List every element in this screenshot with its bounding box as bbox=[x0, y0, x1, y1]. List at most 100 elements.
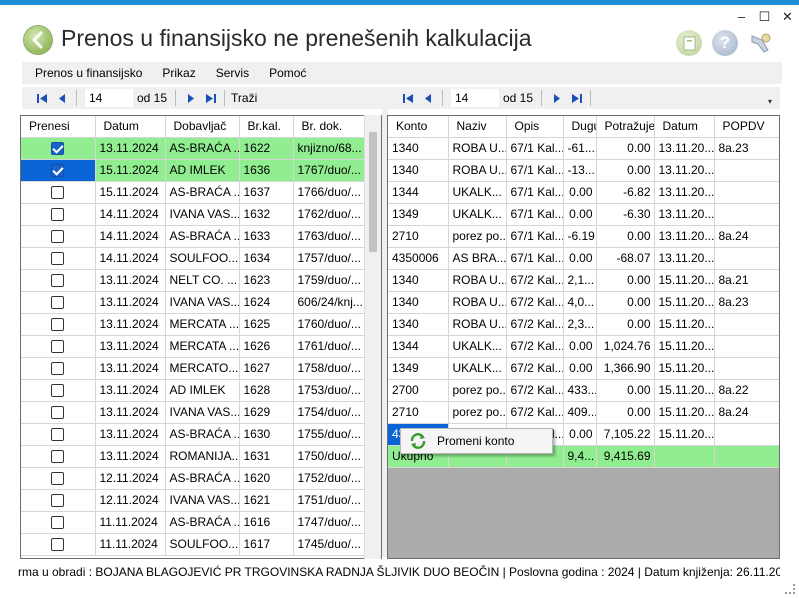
table-row[interactable]: 13.11.2024 AD IMLEK 1628 1753/duo/... bbox=[21, 379, 366, 402]
prenesi-checkbox[interactable] bbox=[51, 472, 65, 486]
maximize-button[interactable]: ☐ bbox=[753, 8, 776, 26]
table-row[interactable]: 2710porez po...67/2 Kal...409....0.0015.… bbox=[388, 401, 779, 424]
prenesi-checkbox[interactable] bbox=[51, 340, 65, 354]
column-header[interactable]: Naziv bbox=[448, 116, 507, 138]
table-row[interactable]: 1349 UKALK... 67/1 Kal... 0.00 -6.30 13.11.20… bbox=[388, 203, 779, 226]
table-row[interactable]: 12.11.2024 IVANA VAS... 1621 1751/duo/... bbox=[21, 489, 366, 512]
table-row[interactable]: 1340 ROBA U... 67/2 Kal... 2,1... 0.00 15.11.… bbox=[388, 269, 779, 292]
column-header[interactable]: Konto bbox=[388, 116, 449, 138]
column-header[interactable]: Datum bbox=[95, 116, 166, 138]
scrollbar-thumb[interactable] bbox=[369, 132, 377, 252]
prenesi-cell[interactable] bbox=[21, 313, 96, 336]
prenesi-checkbox[interactable] bbox=[51, 274, 65, 288]
last-page-icon[interactable] bbox=[566, 88, 586, 108]
table-row[interactable]: 2700porez po...67/2 Kal...433....0.0015.… bbox=[388, 379, 779, 402]
context-menu-item-promeni-konto[interactable]: Promeni konto bbox=[437, 434, 514, 448]
prenesi-cell[interactable] bbox=[21, 137, 96, 160]
table-row[interactable]: 2710 porez po... 67/1 Kal... -6.19 0.00 13.11… bbox=[388, 225, 779, 248]
table-row[interactable]: 1344 UKALK... 67/1 Kal... 0.00 -6.82 13.11.20… bbox=[388, 181, 779, 204]
prenesi-checkbox[interactable] bbox=[51, 362, 65, 376]
search-button[interactable]: Traži bbox=[231, 91, 257, 105]
next-page-icon[interactable] bbox=[546, 88, 566, 108]
page-number-input[interactable]: 14 bbox=[85, 89, 133, 107]
prenesi-checkbox[interactable] bbox=[51, 230, 65, 244]
prenesi-cell[interactable] bbox=[21, 401, 96, 424]
table-row[interactable]: 12.11.2024 AS-BRAĆA ... 1620 1752/duo/... bbox=[21, 467, 366, 490]
table-row[interactable]: 14.11.2024 IVANA VAS... 1632 1762/duo/... bbox=[21, 203, 366, 226]
left-grid-scrollbar[interactable] bbox=[364, 115, 381, 559]
prenesi-cell[interactable] bbox=[21, 467, 96, 490]
first-page-icon[interactable] bbox=[398, 88, 418, 108]
menu-prenos[interactable]: Prenos u finansijsko bbox=[35, 66, 142, 80]
prenesi-checkbox[interactable] bbox=[51, 186, 65, 200]
prenesi-cell[interactable] bbox=[21, 269, 96, 292]
prenesi-checkbox[interactable] bbox=[51, 318, 65, 332]
table-row[interactable]: 1340 ROBA U... 67/1 Kal... -61.... 0.00 13.11… bbox=[388, 137, 779, 160]
table-row[interactable]: 11.11.2024 AS-BRAĆA ... 1616 1747/duo/... bbox=[21, 511, 366, 534]
table-row[interactable]: 4350006 AS BRA... 67/1 Kal... 0.00 -68.07 13.… bbox=[388, 247, 779, 270]
table-row[interactable]: 13.11.2024 AS-BRAĆA ... 1622 knjizno/68... bbox=[21, 137, 366, 160]
help-icon[interactable]: ? bbox=[712, 30, 738, 56]
prenesi-checkbox[interactable] bbox=[51, 296, 65, 310]
tools-icon[interactable] bbox=[746, 30, 772, 56]
prenesi-checkbox[interactable] bbox=[51, 164, 65, 178]
table-row[interactable]: 14.11.2024 AS-BRAĆA ... 1633 1763/duo/... bbox=[21, 225, 366, 248]
prenesi-checkbox[interactable] bbox=[51, 406, 65, 420]
table-row[interactable]: 13.11.2024 MERCATA ... 1625 1760/duo/... bbox=[21, 313, 366, 336]
table-row[interactable]: 1349 UKALK... 67/2 Kal... 0.00 1,366.90 15.11… bbox=[388, 357, 779, 380]
column-header[interactable]: Br. dok. bbox=[293, 116, 366, 138]
prenesi-cell[interactable] bbox=[21, 489, 96, 512]
prenesi-cell[interactable] bbox=[21, 203, 96, 226]
column-header[interactable]: Opis bbox=[506, 116, 564, 138]
last-page-icon[interactable] bbox=[200, 88, 220, 108]
prenesi-cell[interactable] bbox=[21, 291, 96, 314]
prenesi-cell[interactable] bbox=[21, 423, 96, 446]
prenesi-checkbox[interactable] bbox=[51, 252, 65, 266]
minimize-button[interactable]: – bbox=[730, 8, 753, 26]
prenesi-checkbox[interactable] bbox=[51, 428, 65, 442]
table-row[interactable]: 13.11.2024 MERCATA ... 1626 1761/duo/... bbox=[21, 335, 366, 358]
prenesi-checkbox[interactable] bbox=[51, 538, 65, 552]
prenesi-cell[interactable] bbox=[21, 159, 96, 182]
prenesi-cell[interactable] bbox=[21, 511, 96, 534]
prev-page-icon[interactable] bbox=[418, 88, 438, 108]
prenesi-checkbox[interactable] bbox=[51, 142, 65, 156]
prenesi-cell[interactable] bbox=[21, 445, 96, 468]
prenesi-cell[interactable] bbox=[21, 247, 96, 270]
table-row[interactable]: 1340 ROBA U... 67/2 Kal... 2,3... 0.00 15.11.… bbox=[388, 313, 779, 336]
close-button[interactable]: ✕ bbox=[776, 8, 799, 26]
back-button[interactable] bbox=[24, 26, 52, 54]
table-row[interactable]: 13.11.2024 IVANA VAS... 1629 1754/duo/... bbox=[21, 401, 366, 424]
column-header[interactable]: Datum bbox=[654, 116, 715, 138]
prenesi-checkbox[interactable] bbox=[51, 494, 65, 508]
prenesi-cell[interactable] bbox=[21, 357, 96, 380]
table-row[interactable]: 13.11.2024 AS-BRAĆA ... 1630 1755/duo/... bbox=[21, 423, 366, 446]
prenesi-cell[interactable] bbox=[21, 335, 96, 358]
resize-grip[interactable] bbox=[785, 584, 795, 594]
column-header[interactable]: Prenesi bbox=[21, 116, 96, 138]
table-row[interactable]: 13.11.2024 NELT CO. ... 1623 1759/duo/... bbox=[21, 269, 366, 292]
menu-pomoc[interactable]: Pomoć bbox=[269, 66, 306, 80]
column-header[interactable]: Potražuje bbox=[596, 116, 655, 138]
prenesi-checkbox[interactable] bbox=[51, 516, 65, 530]
table-row[interactable]: 13.11.2024 IVANA VAS... 1624 606/24/knj... bbox=[21, 291, 366, 314]
table-row[interactable]: 13.11.2024 MERCATO... 1627 1758/duo/... bbox=[21, 357, 366, 380]
table-row[interactable]: 13.11.2024 ROMANIJA... 1631 1750/duo/... bbox=[21, 445, 366, 468]
next-page-icon[interactable] bbox=[180, 88, 200, 108]
prenesi-cell[interactable] bbox=[21, 533, 96, 556]
table-row[interactable]: 15.11.2024 AD IMLEK 1636 1767/duo/... bbox=[21, 159, 366, 182]
table-row[interactable]: 14.11.2024 SOULFOO... 1634 1757/duo/... bbox=[21, 247, 366, 270]
prenesi-cell[interactable] bbox=[21, 181, 96, 204]
prenesi-checkbox[interactable] bbox=[51, 208, 65, 222]
overflow-dropdown-icon[interactable]: ▾ bbox=[768, 97, 778, 107]
column-header[interactable]: Dugu bbox=[563, 116, 597, 138]
column-header[interactable]: POPDV bbox=[714, 116, 779, 138]
prenesi-cell[interactable] bbox=[21, 379, 96, 402]
table-row[interactable]: 1340 ROBA U... 67/1 Kal... -13.... 0.00 13.11… bbox=[388, 159, 779, 182]
prenesi-checkbox[interactable] bbox=[51, 384, 65, 398]
table-row[interactable]: 1344 UKALK... 67/2 Kal... 0.00 1,024.76 15.11… bbox=[388, 335, 779, 358]
table-row[interactable]: 1340 ROBA U... 67/2 Kal... 4,0... 0.00 15.11.… bbox=[388, 291, 779, 314]
document-icon[interactable] bbox=[676, 30, 702, 56]
prenesi-checkbox[interactable] bbox=[51, 450, 65, 464]
column-header[interactable]: Br.kal. bbox=[239, 116, 294, 138]
